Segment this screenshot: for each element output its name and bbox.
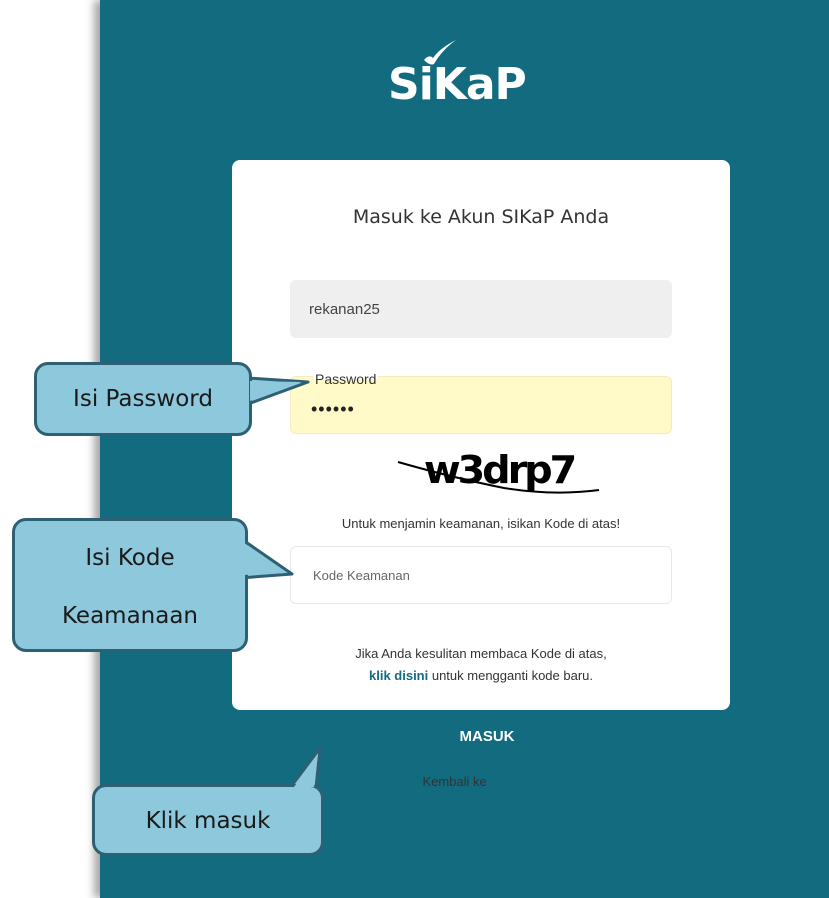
kesulitan-line-2: klik disini untuk mengganti kode baru. <box>232 668 730 683</box>
sikap-logo: SiKaP <box>388 40 588 120</box>
login-title: Masuk ke Akun SIKaP Anda <box>352 206 610 228</box>
username-value: rekanan25 <box>309 301 380 318</box>
logo-text: SiKaP <box>388 59 527 110</box>
beranda-link[interactable]: Beranda <box>490 774 539 789</box>
kesulitan-line-1: Jika Anda kesulitan membaca Kode di atas… <box>355 646 607 661</box>
captcha-strike-icon <box>397 461 600 494</box>
kembali-prefix: Kembali ke <box>422 774 491 789</box>
masuk-callout-tail-cover <box>294 754 318 787</box>
kode-callout-line-2: Keamanaan <box>61 603 199 629</box>
klik-disini-link[interactable]: klik disini <box>369 668 428 683</box>
kode-keamanan-input[interactable] <box>291 547 671 603</box>
password-label: Password <box>313 371 379 387</box>
captcha-image: w3drp7 <box>394 448 604 508</box>
username-field[interactable]: rekanan25 <box>290 280 672 338</box>
lupa-kata-sandi-label: Lupa Kata Sandi <box>432 814 530 829</box>
password-callout-tail-cover <box>250 381 302 401</box>
kode-keamanan-field[interactable] <box>290 546 672 604</box>
kesulitan-line-2-rest: untuk mengganti kode baru. <box>428 668 594 683</box>
kode-callout-tail-cover <box>243 542 286 575</box>
password-field[interactable]: Password •••••• <box>290 371 672 434</box>
